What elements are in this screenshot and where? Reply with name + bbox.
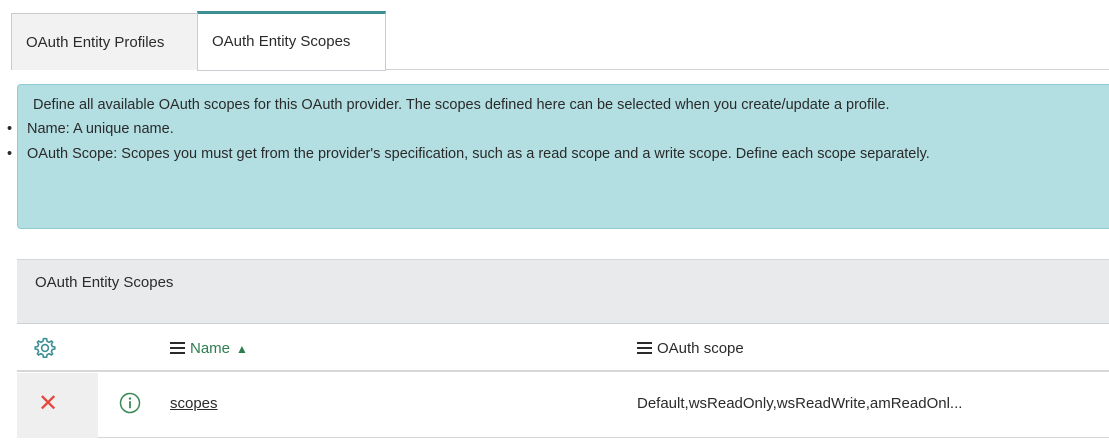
close-icon[interactable]: ✕ [38, 389, 58, 419]
info-bullet-name: • Name: A unique name. [7, 121, 174, 137]
column-header-name[interactable]: Name ▲ [170, 340, 248, 357]
bullet-dot: • [7, 146, 13, 162]
info-bullet-oauth-scope: • OAuth Scope: Scopes you must get from t… [7, 146, 930, 162]
page: OAuth Entity Profiles OAuth Entity Scope… [0, 0, 1109, 440]
info-bullet-label: Name: [27, 121, 70, 137]
row-name-link[interactable]: scopes [170, 395, 218, 412]
sort-up-triangle-icon: ▲ [236, 342, 248, 356]
info-bullet-text: A unique name. [69, 121, 174, 137]
gear-icon[interactable] [33, 336, 57, 360]
hamburger-menu-icon[interactable] [170, 341, 185, 354]
bullet-dot: • [7, 121, 13, 137]
tab-oauth-entity-profiles[interactable]: OAuth Entity Profiles [11, 13, 199, 70]
tab-oauth-entity-scopes[interactable]: OAuth Entity Scopes [197, 11, 386, 71]
info-bullet-text: Scopes you must get from the provider's … [117, 146, 930, 162]
info-circle-icon[interactable] [119, 392, 141, 414]
related-list-title: OAuth Entity Scopes [35, 274, 174, 291]
column-header-oauth-scope[interactable]: OAuth scope [637, 340, 744, 357]
info-description: Define all available OAuth scopes for th… [33, 97, 890, 113]
column-name-label: Name [190, 340, 231, 357]
hamburger-menu-icon[interactable] [637, 341, 652, 354]
tab-bar: OAuth Entity Profiles OAuth Entity Scope… [0, 0, 1109, 71]
related-list-header [17, 259, 1109, 324]
info-bullet-label: OAuth Scope: [27, 146, 118, 162]
row-oauth-scope-value: Default,wsReadOnly,wsReadWrite,amReadOnl… [637, 395, 963, 412]
column-scope-label: OAuth scope [657, 340, 744, 357]
